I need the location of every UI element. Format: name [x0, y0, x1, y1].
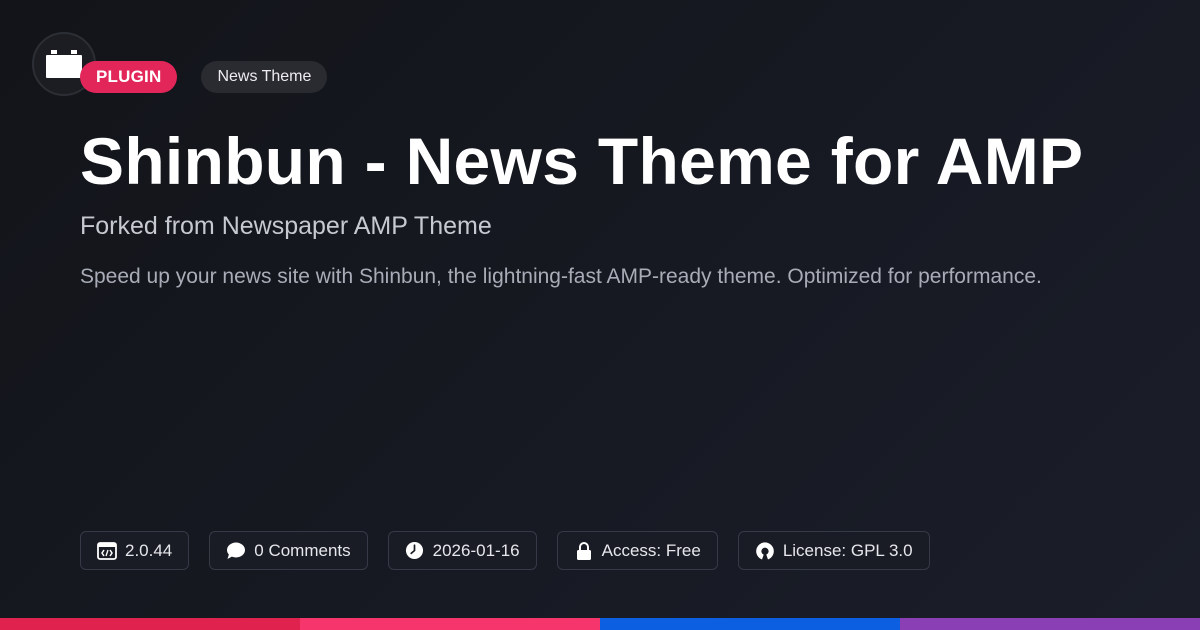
access-text: Access: Free — [601, 540, 701, 560]
color-stripe — [0, 618, 1200, 630]
comments-chip[interactable]: 0 Comments — [209, 531, 368, 570]
code-window-icon — [97, 541, 117, 561]
stripe-segment — [0, 618, 300, 630]
stripe-segment — [600, 618, 900, 630]
version-text: 2.0.44 — [125, 540, 173, 560]
date-text: 2026-01-16 — [432, 540, 520, 560]
open-source-icon — [755, 541, 775, 561]
og-card: PLUGIN News Theme Shinbun - News Theme f… — [0, 0, 1200, 630]
description: Speed up your news site with Shinbun, th… — [80, 265, 1042, 288]
version-chip: 2.0.44 — [80, 531, 190, 570]
lock-icon — [574, 541, 594, 561]
stripe-segment — [900, 618, 1200, 630]
meta-row: 2.0.44 0 Comments 2026-01-16 Access: Fre… — [80, 531, 950, 570]
date-chip: 2026-01-16 — [387, 531, 537, 570]
stripe-segment — [300, 618, 600, 630]
license-chip: License: GPL 3.0 — [737, 531, 930, 570]
access-chip: Access: Free — [556, 531, 718, 570]
subtitle: Forked from Newspaper AMP Theme — [80, 212, 492, 240]
type-badge[interactable]: PLUGIN — [80, 61, 178, 93]
badge-row: PLUGIN News Theme — [80, 61, 328, 93]
page-title: Shinbun - News Theme for AMP — [80, 124, 1084, 198]
clock-icon — [405, 541, 425, 561]
comments-text: 0 Comments — [254, 540, 351, 560]
category-badge[interactable]: News Theme — [201, 61, 328, 93]
license-text: License: GPL 3.0 — [782, 540, 913, 560]
comment-bubble-icon — [226, 541, 246, 561]
plugin-block-icon — [46, 50, 82, 78]
